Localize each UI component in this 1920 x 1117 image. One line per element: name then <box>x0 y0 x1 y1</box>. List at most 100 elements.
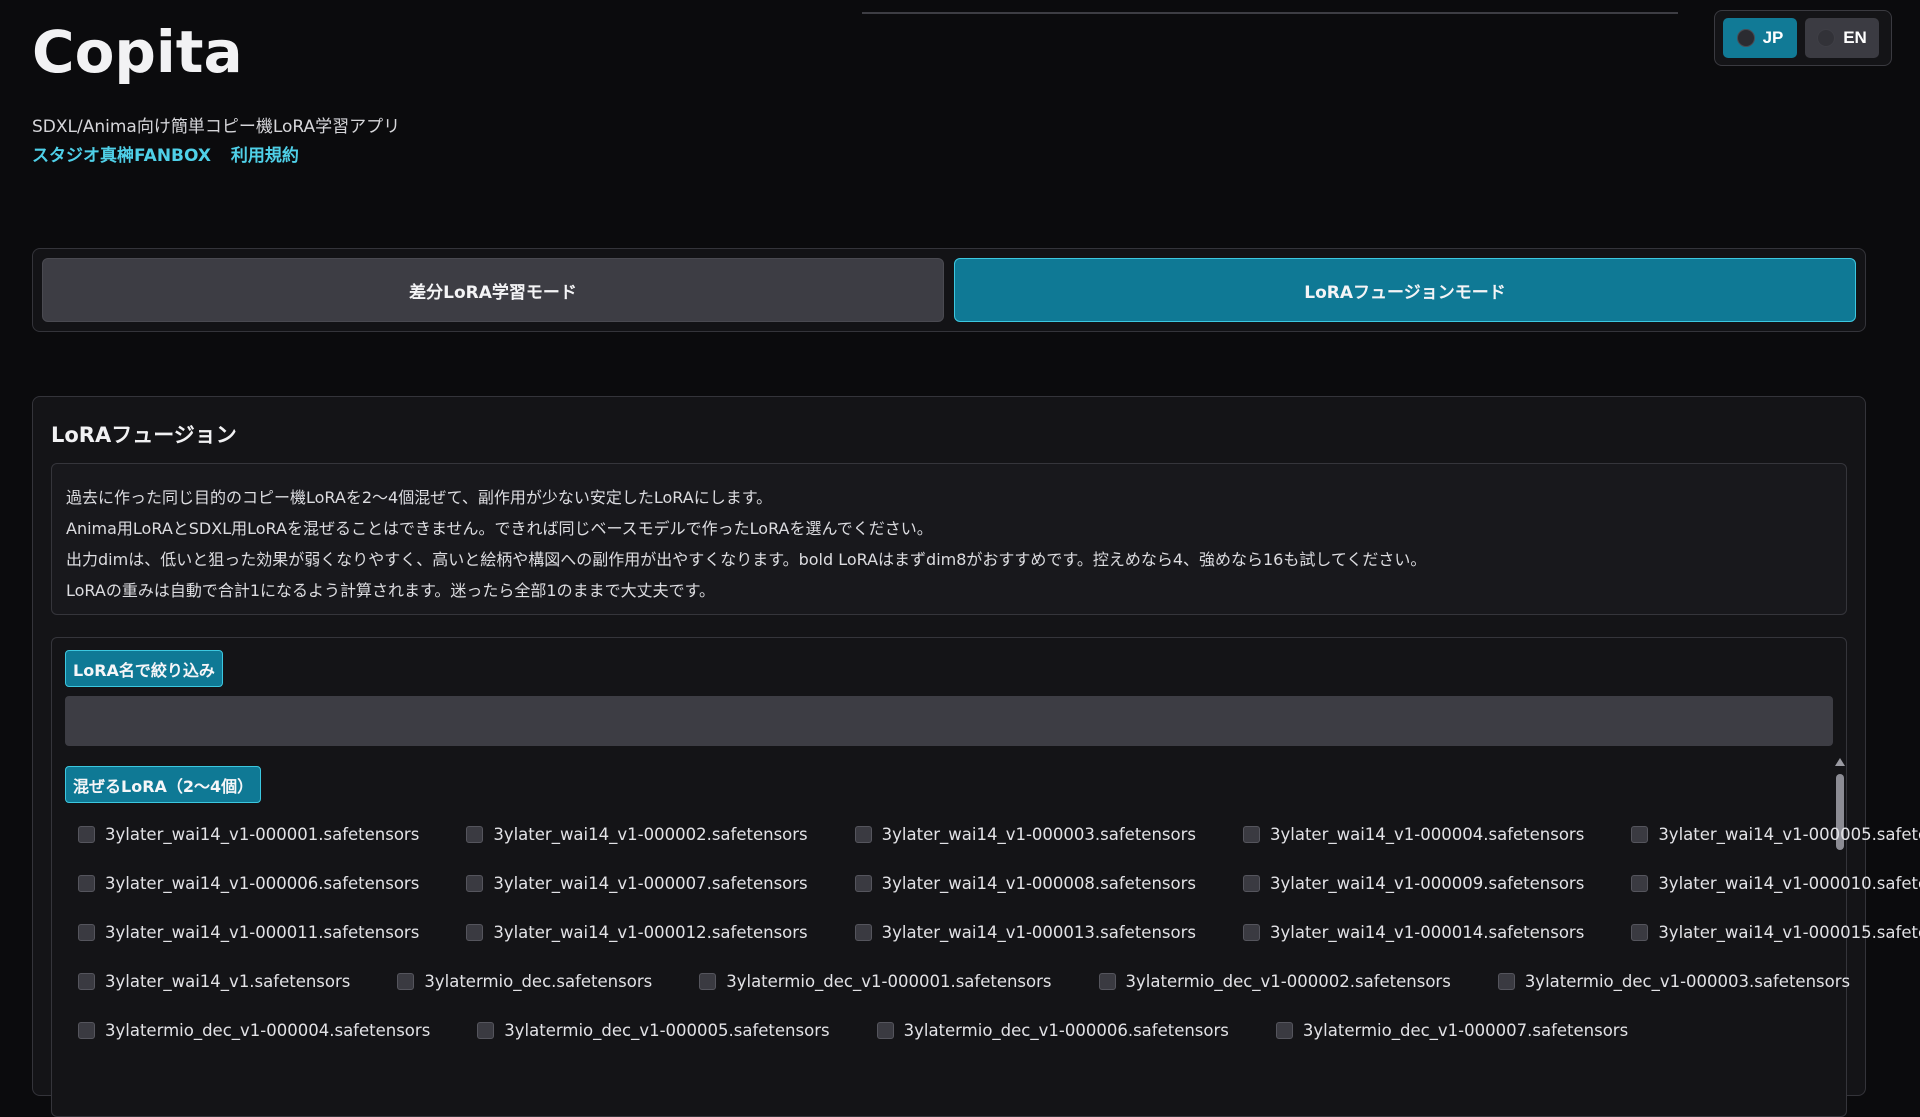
lora-checkbox-label: 3ylater_wai14_v1-000010.safetensors <box>1658 874 1920 893</box>
lora-checkbox-item[interactable]: 3ylater_wai14_v1-000011.safetensors <box>65 923 419 942</box>
checkbox-row: 3ylater_wai14_v1.safetensors 3ylatermio_d… <box>65 957 1850 1006</box>
scroll-up-icon[interactable] <box>1835 758 1845 766</box>
lora-checkbox-item[interactable]: 3ylatermio_dec_v1-000002.safetensors <box>1086 972 1451 991</box>
checkbox-icon[interactable] <box>854 924 872 941</box>
checkbox-icon[interactable] <box>78 875 95 892</box>
checkbox-icon[interactable] <box>397 973 415 990</box>
checkbox-icon[interactable] <box>466 924 484 941</box>
description-line: LoRAの重みは自動で合計1になるよう計算されます。迷ったら全部1のままで大丈夫… <box>66 581 715 600</box>
lora-checkbox-item[interactable]: 3ylatermio_dec_v1-000007.safetensors <box>1263 1021 1628 1040</box>
checkbox-icon[interactable] <box>1242 826 1260 843</box>
lora-checkbox-label: 3ylater_wai14_v1-000013.safetensors <box>881 923 1196 942</box>
radio-icon <box>1817 29 1836 47</box>
lora-checkbox-label: 3ylater_wai14_v1-000003.safetensors <box>881 825 1196 844</box>
checkbox-icon[interactable] <box>1098 973 1116 990</box>
lora-checkbox-item[interactable]: 3ylatermio_dec.safetensors <box>384 972 652 991</box>
lora-checkbox-label: 3ylatermio_dec_v1-000001.safetensors <box>726 972 1052 991</box>
checkbox-row: 3ylatermio_dec_v1-000004.safetensors 3yla… <box>65 1006 1825 1055</box>
lang-jp-label: JP <box>1762 28 1784 47</box>
fanbox-link[interactable]: スタジオ真榊FANBOX <box>32 146 211 166</box>
lora-checkbox-label: 3ylater_wai14_v1-000001.safetensors <box>105 825 420 844</box>
checkbox-icon[interactable] <box>699 973 717 990</box>
lora-checkbox-label: 3ylatermio_dec.safetensors <box>424 972 653 991</box>
checkbox-icon[interactable] <box>1242 924 1260 941</box>
checkbox-icon[interactable] <box>854 875 872 892</box>
lora-checkbox-label: 3ylater_wai14_v1-000015.safetensors <box>1658 923 1920 942</box>
app-subtitle: SDXL/Anima向け簡単コピー機LoRA学習アプリ <box>32 117 401 137</box>
description-line: Anima用LoRAとSDXL用LoRAを混ぜることはできません。できれば同じベ… <box>66 519 933 538</box>
checkbox-icon[interactable] <box>78 826 95 843</box>
checkbox-icon[interactable] <box>854 826 872 843</box>
checkbox-icon[interactable] <box>466 875 484 892</box>
language-selector: JP EN <box>1714 10 1892 66</box>
lora-checkbox-label: 3ylater_wai14_v1-000002.safetensors <box>493 825 808 844</box>
fusion-panel: LoRAフュージョン 過去に作った同じ目的のコピー機LoRAを2〜4個混ぜて、副… <box>32 396 1920 1117</box>
checkbox-row: 3ylater_wai14_v1-000006.safetensors 3ylat… <box>65 859 1920 908</box>
lora-checkbox-item[interactable]: 3ylater_wai14_v1-000007.safetensors <box>453 874 808 893</box>
lora-checkbox-item[interactable]: 3ylater_wai14_v1-000002.safetensors <box>453 825 808 844</box>
mix-lora-label: 混ぜるLoRA（2〜4個） <box>65 766 262 803</box>
top-divider <box>862 12 1678 14</box>
lora-filter-input[interactable] <box>65 696 1833 746</box>
radio-icon <box>1736 29 1755 47</box>
lora-checkbox-item[interactable]: 3ylater_wai14_v1-000009.safetensors <box>1230 874 1584 893</box>
lora-checkbox-item[interactable]: 3ylater_wai14_v1-000014.safetensors <box>1230 923 1584 942</box>
checkbox-icon[interactable] <box>78 924 95 941</box>
description-box: 過去に作った同じ目的のコピー機LoRAを2〜4個混ぜて、副作用が少ない安定したL… <box>51 463 1847 615</box>
lora-checkbox-label: 3ylater_wai14_v1-000012.safetensors <box>493 923 808 942</box>
checkbox-icon[interactable] <box>1631 924 1649 941</box>
lora-checkbox-item[interactable]: 3ylater_wai14_v1-000006.safetensors <box>65 874 419 893</box>
lang-en-button[interactable]: EN <box>1805 18 1879 58</box>
lora-checkbox-item[interactable]: 3ylater_wai14_v1-000005.safetensors <box>1618 825 1920 844</box>
lora-checkbox-item[interactable]: 3ylater_wai14_v1-000015.safetensors <box>1618 923 1920 942</box>
app-title: Copita <box>32 18 243 86</box>
lang-en-label: EN <box>1843 28 1867 47</box>
mode-tabs: 差分LoRA学習モード LoRAフュージョンモード <box>32 248 1866 332</box>
checkbox-icon[interactable] <box>1631 826 1649 843</box>
lora-checkbox-label: 3ylater_wai14_v1.safetensors <box>105 972 351 991</box>
checkbox-icon[interactable] <box>1242 875 1260 892</box>
lora-checkbox-item[interactable]: 3ylatermio_dec_v1-000004.safetensors <box>65 1021 430 1040</box>
description-line: 出力dimは、低いと狙った効果が弱くなりやすく、高いと絵柄や構図への副作用が出や… <box>66 550 1427 569</box>
lora-checkbox-item[interactable]: 3ylatermio_dec_v1-000005.safetensors <box>464 1021 830 1040</box>
checkbox-icon[interactable] <box>876 1022 894 1039</box>
lora-select-box: LoRA名で絞り込み 混ぜるLoRA（2〜4個） 3ylater_wai14_v… <box>51 637 1920 1117</box>
lora-checkbox-item[interactable]: 3ylater_wai14_v1-000003.safetensors <box>842 825 1196 844</box>
checkbox-row: 3ylater_wai14_v1-000011.safetensors 3ylat… <box>65 908 1920 957</box>
lora-checkbox-label: 3ylater_wai14_v1-000008.safetensors <box>881 874 1196 893</box>
lora-checkbox-item[interactable]: 3ylater_wai14_v1-000008.safetensors <box>842 874 1196 893</box>
lora-checkbox-item[interactable]: 3ylatermio_dec_v1-000003.safetensors <box>1485 972 1850 991</box>
checkbox-icon[interactable] <box>1275 1022 1293 1039</box>
lora-checkbox-label: 3ylater_wai14_v1-000014.safetensors <box>1269 923 1585 942</box>
lora-checkbox-label: 3ylatermio_dec_v1-000007.safetensors <box>1302 1021 1629 1040</box>
lora-checkbox-item[interactable]: 3ylatermio_dec_v1-000001.safetensors <box>686 972 1052 991</box>
lora-checkbox-item[interactable]: 3ylater_wai14_v1-000004.safetensors <box>1230 825 1584 844</box>
lora-checkbox-item[interactable]: 3ylater_wai14_v1-000010.safetensors <box>1618 874 1920 893</box>
checkbox-icon[interactable] <box>78 973 95 990</box>
lora-checkbox-item[interactable]: 3ylater_wai14_v1.safetensors <box>65 972 350 991</box>
terms-link[interactable]: 利用規約 <box>231 146 299 166</box>
lora-checkbox-item[interactable]: 3ylater_wai14_v1-000001.safetensors <box>65 825 419 844</box>
lora-checkbox-label: 3ylater_wai14_v1-000011.safetensors <box>105 923 420 942</box>
checkbox-row: 3ylater_wai14_v1-000001.safetensors 3ylat… <box>65 810 1920 859</box>
lora-checkbox-label: 3ylatermio_dec_v1-000005.safetensors <box>504 1021 830 1040</box>
lora-checkbox-label: 3ylatermio_dec_v1-000004.safetensors <box>105 1021 431 1040</box>
lora-checkbox-label: 3ylater_wai14_v1-000009.safetensors <box>1269 874 1585 893</box>
lora-checkbox-label: 3ylatermio_dec_v1-000002.safetensors <box>1125 972 1451 991</box>
tab-lora-fusion[interactable]: LoRAフュージョンモード <box>954 258 1856 322</box>
checkbox-icon[interactable] <box>477 1022 495 1039</box>
section-title: LoRAフュージョン <box>51 423 237 447</box>
filter-label: LoRA名で絞り込み <box>65 650 223 687</box>
lora-checkbox-item[interactable]: 3ylater_wai14_v1-000012.safetensors <box>453 923 808 942</box>
lora-checkbox-item[interactable]: 3ylatermio_dec_v1-000006.safetensors <box>864 1021 1229 1040</box>
checkbox-icon[interactable] <box>466 826 484 843</box>
lora-checkbox-label: 3ylater_wai14_v1-000006.safetensors <box>105 874 420 893</box>
lang-jp-button[interactable]: JP <box>1723 18 1797 58</box>
checkbox-icon[interactable] <box>1631 875 1649 892</box>
header-links: スタジオ真榊FANBOX 利用規約 <box>32 141 313 166</box>
lora-checkbox-item[interactable]: 3ylater_wai14_v1-000013.safetensors <box>842 923 1196 942</box>
description-line: 過去に作った同じ目的のコピー機LoRAを2〜4個混ぜて、副作用が少ない安定したL… <box>66 488 773 507</box>
checkbox-icon[interactable] <box>1497 973 1515 990</box>
checkbox-icon[interactable] <box>78 1022 95 1039</box>
tab-diff-lora-training[interactable]: 差分LoRA学習モード <box>42 258 944 322</box>
